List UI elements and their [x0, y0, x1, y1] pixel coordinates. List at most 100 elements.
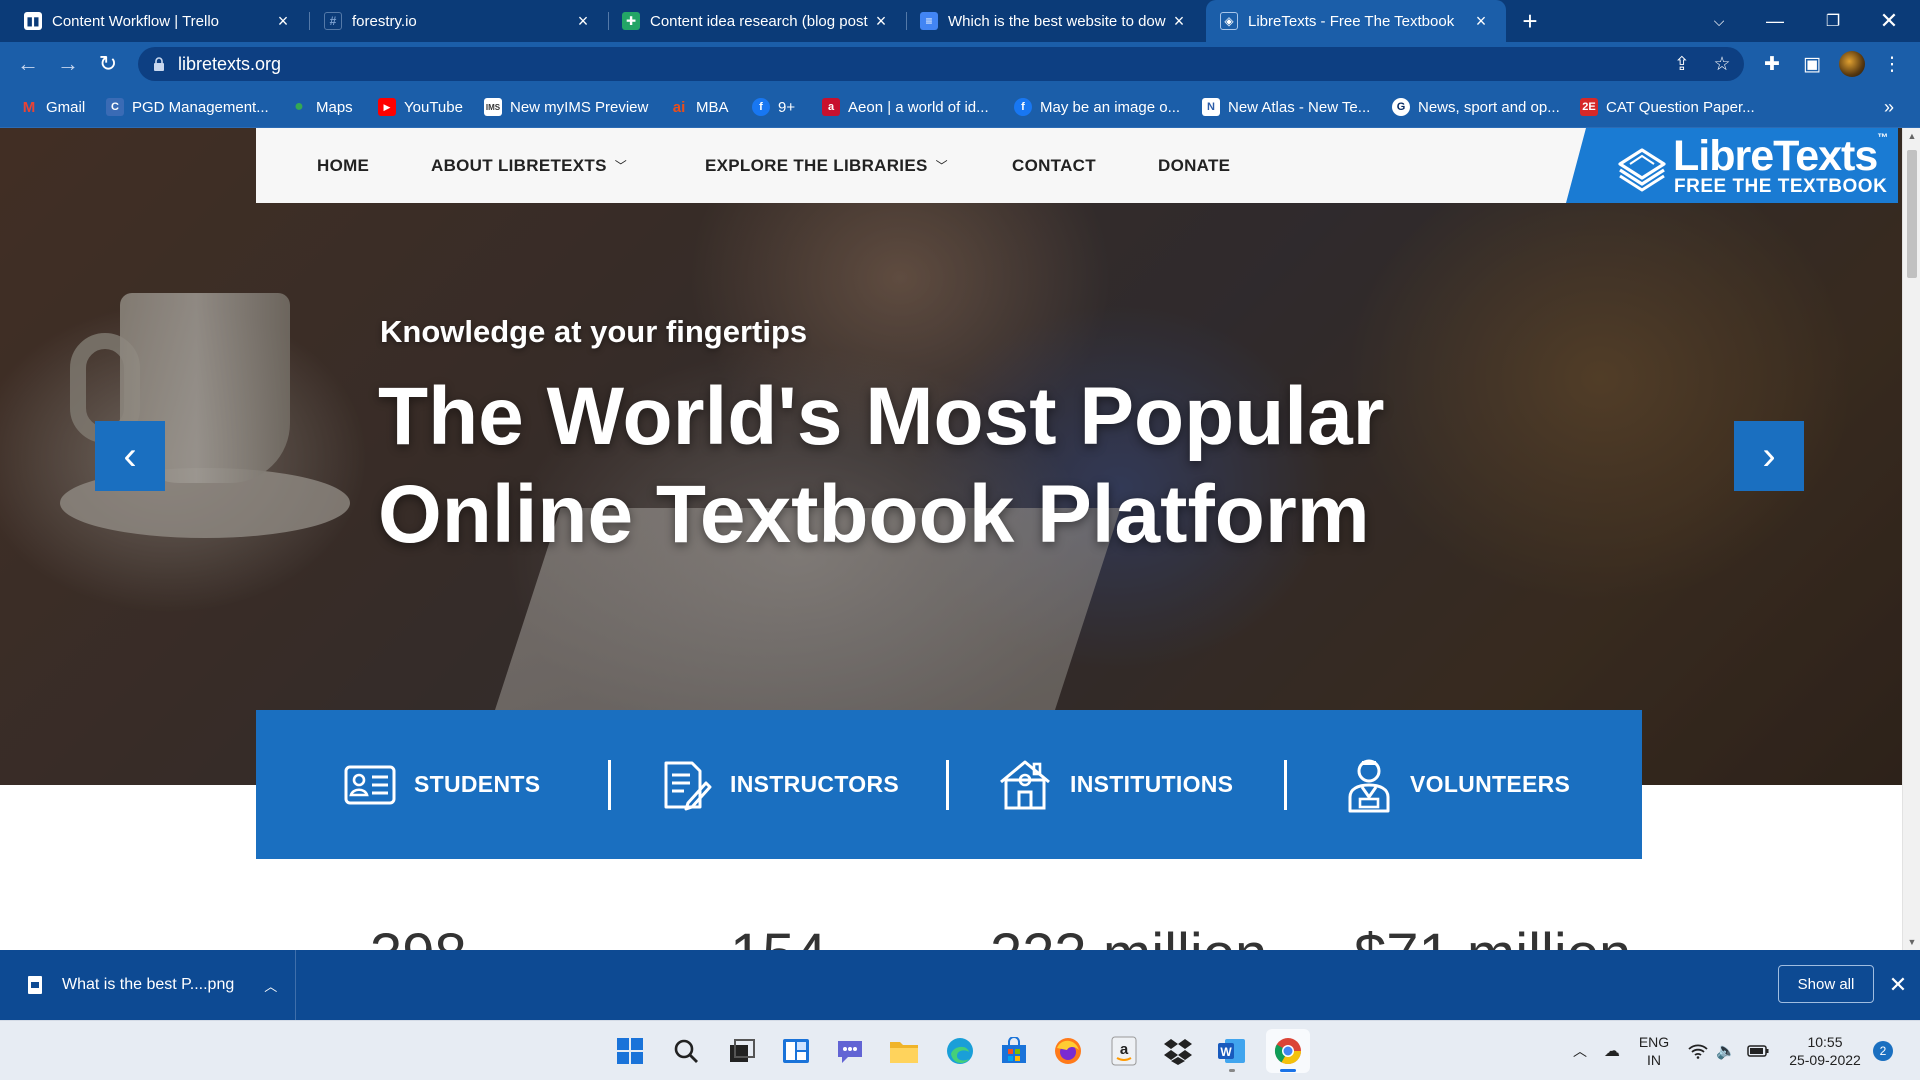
volume-icon[interactable]: 🔈	[1712, 1021, 1740, 1080]
building-icon	[1000, 760, 1050, 809]
scroll-down-arrow-icon[interactable]: ▼	[1903, 934, 1920, 950]
role-volunteers-link[interactable]: VOLUNTEERS	[1346, 710, 1570, 859]
ai-icon: ai	[672, 98, 686, 116]
battery-icon[interactable]	[1744, 1021, 1772, 1080]
nav-label: CONTACT	[1012, 155, 1096, 175]
bookmark-pgd[interactable]: C PGD Management...	[106, 86, 269, 128]
bookmark-star-icon[interactable]: ☆	[1709, 51, 1735, 77]
chevron-up-icon[interactable]: ︿	[264, 976, 277, 995]
trademark-symbol: ™	[1877, 132, 1889, 144]
scroll-up-arrow-icon[interactable]: ▲	[1903, 128, 1920, 144]
close-icon[interactable]: ×	[870, 11, 892, 32]
role-students-link[interactable]: STUDENTS	[344, 710, 540, 859]
image-file-icon	[28, 976, 42, 994]
close-window-button[interactable]: ✕	[1866, 0, 1912, 42]
windows-taskbar: a W ︿ ☁ ENG IN 🔈 10:55 25-09-2022 2	[0, 1020, 1920, 1080]
role-instructors-link[interactable]: INSTRUCTORS	[660, 710, 899, 859]
language-indicator[interactable]: ENG IN	[1634, 1021, 1674, 1080]
notification-badge[interactable]: 2	[1873, 1041, 1893, 1061]
windows-start-icon[interactable]	[608, 1029, 652, 1073]
tab-libretexts[interactable]: ◈ LibreTexts - Free The Textbook ×	[1206, 0, 1506, 42]
nav-contact[interactable]: CONTACT	[1012, 128, 1096, 203]
forward-button[interactable]: →	[52, 48, 84, 80]
libretexts-logo[interactable]: LibreTexts™ FREE THE TEXTBOOK	[1566, 128, 1898, 203]
bookmarks-overflow-button[interactable]: »	[1884, 86, 1894, 128]
bookmark-mba[interactable]: ai MBA	[670, 86, 729, 128]
carousel-prev-button[interactable]: ‹	[95, 421, 165, 491]
dropbox-icon[interactable]	[1156, 1029, 1200, 1073]
bookmark-myims[interactable]: IMS New myIMS Preview	[484, 86, 648, 128]
bookmark-aeon[interactable]: a Aeon | a world of id...	[822, 86, 989, 128]
edge-icon[interactable]	[938, 1029, 982, 1073]
bookmark-youtube[interactable]: ▶ YouTube	[378, 86, 463, 128]
bookmark-gmail[interactable]: M Gmail	[20, 86, 85, 128]
onedrive-cloud-icon[interactable]: ☁	[1598, 1021, 1626, 1080]
clock[interactable]: 10:55 25-09-2022	[1780, 1021, 1870, 1080]
amazon-icon[interactable]: a	[1102, 1029, 1146, 1073]
trello-icon: ▮▮	[24, 12, 42, 30]
nav-home[interactable]: HOME	[317, 128, 369, 203]
stat-value: 398	[370, 921, 467, 950]
close-download-shelf-icon[interactable]: ✕	[1882, 967, 1914, 1003]
close-icon[interactable]: ×	[272, 11, 294, 32]
back-button[interactable]: ←	[12, 48, 44, 80]
bookmark-maps[interactable]: ● Maps	[290, 86, 353, 128]
nav-donate[interactable]: DONATE	[1158, 128, 1230, 203]
role-divider	[1284, 760, 1287, 810]
chrome-icon[interactable]	[1266, 1029, 1310, 1073]
show-all-downloads-button[interactable]: Show all	[1778, 965, 1874, 1003]
teams-chat-icon[interactable]	[828, 1029, 872, 1073]
extensions-puzzle-icon[interactable]: ✚	[1758, 50, 1786, 78]
scrollbar-thumb[interactable]	[1907, 150, 1917, 278]
side-panel-icon[interactable]: ▣	[1798, 50, 1826, 78]
close-icon[interactable]: ×	[1168, 11, 1190, 32]
carousel-next-button[interactable]: ›	[1734, 421, 1804, 491]
menu-kebab-icon[interactable]: ⋮	[1878, 50, 1906, 78]
lock-icon[interactable]	[152, 57, 166, 71]
nav-about[interactable]: ABOUT LIBRETEXTS ﹀	[431, 128, 627, 203]
restore-button[interactable]: ❐	[1810, 0, 1856, 42]
show-hidden-icons-chevron[interactable]: ︿	[1568, 1021, 1592, 1080]
address-bar[interactable]: libretexts.org	[138, 47, 1744, 81]
reload-button[interactable]: ↻	[92, 48, 124, 80]
avatar[interactable]	[1838, 50, 1866, 78]
bookmark-label: New myIMS Preview	[510, 98, 649, 116]
bookmark-label: CAT Question Paper...	[1606, 98, 1755, 116]
tab-sheets[interactable]: ✚ Content idea research (blog post ×	[608, 0, 906, 42]
chevron-down-icon: ﹀	[935, 159, 948, 173]
new-tab-button[interactable]: +	[1514, 0, 1546, 42]
search-icon[interactable]	[664, 1029, 708, 1073]
bookmark-cat[interactable]: 2E CAT Question Paper...	[1580, 86, 1755, 128]
tab-forestry[interactable]: # forestry.io ×	[310, 0, 608, 42]
bookmark-label: May be an image o...	[1040, 98, 1181, 116]
widgets-icon[interactable]	[774, 1029, 818, 1073]
wifi-icon[interactable]	[1684, 1021, 1712, 1080]
file-explorer-icon[interactable]	[882, 1029, 926, 1073]
tab-docs[interactable]: ≡ Which is the best website to dow ×	[906, 0, 1204, 42]
bookmark-label: New Atlas - New Te...	[1228, 98, 1371, 116]
brand-name: LibreTexts™	[1673, 132, 1888, 181]
bookmark-facebook[interactable]: f 9+	[752, 86, 795, 128]
running-indicator	[1229, 1069, 1235, 1072]
stat-value: 223 million	[990, 921, 1267, 950]
bookmark-facebook-image[interactable]: f May be an image o...	[1014, 86, 1180, 128]
tab-trello[interactable]: ▮▮ Content Workflow | Trello ×	[10, 0, 308, 42]
microsoft-store-icon[interactable]	[992, 1029, 1036, 1073]
download-shelf: What is the best P....png ︿ Show all ✕	[0, 950, 1920, 1020]
task-view-icon[interactable]	[720, 1029, 764, 1073]
minimize-button[interactable]: —	[1752, 0, 1798, 42]
firefox-icon[interactable]	[1046, 1029, 1090, 1073]
download-item[interactable]: What is the best P....png ︿	[0, 950, 296, 1020]
word-icon[interactable]: W	[1210, 1029, 1254, 1073]
clock-time: 10:55	[1807, 1034, 1843, 1050]
page-scrollbar[interactable]: ▲ ▼	[1902, 128, 1920, 950]
close-icon[interactable]: ×	[572, 11, 594, 32]
close-icon[interactable]: ×	[1470, 11, 1492, 32]
tab-title: Content idea research (blog post	[650, 12, 868, 30]
nav-explore-libraries[interactable]: EXPLORE THE LIBRARIES ﹀	[705, 128, 948, 203]
role-institutions-link[interactable]: INSTITUTIONS	[998, 710, 1233, 859]
bookmark-new-atlas[interactable]: N New Atlas - New Te...	[1202, 86, 1370, 128]
bookmark-guardian[interactable]: G News, sport and op...	[1392, 86, 1560, 128]
share-icon[interactable]: ⇪	[1669, 51, 1695, 77]
tab-search-chevron-icon[interactable]: ⌵	[1696, 0, 1742, 42]
